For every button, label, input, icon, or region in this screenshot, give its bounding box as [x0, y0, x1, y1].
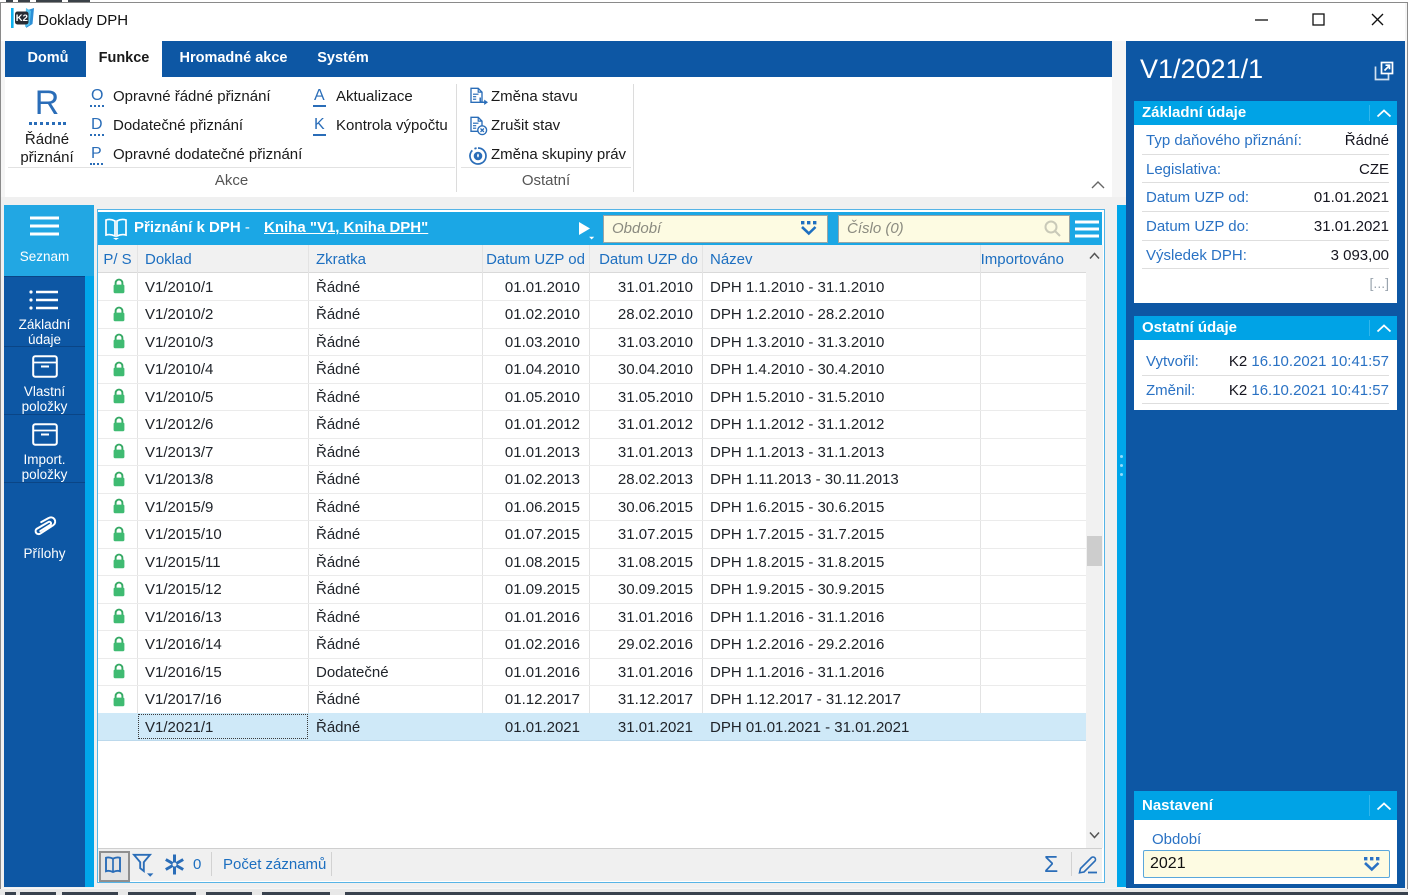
svg-text:K2: K2 — [16, 13, 28, 24]
